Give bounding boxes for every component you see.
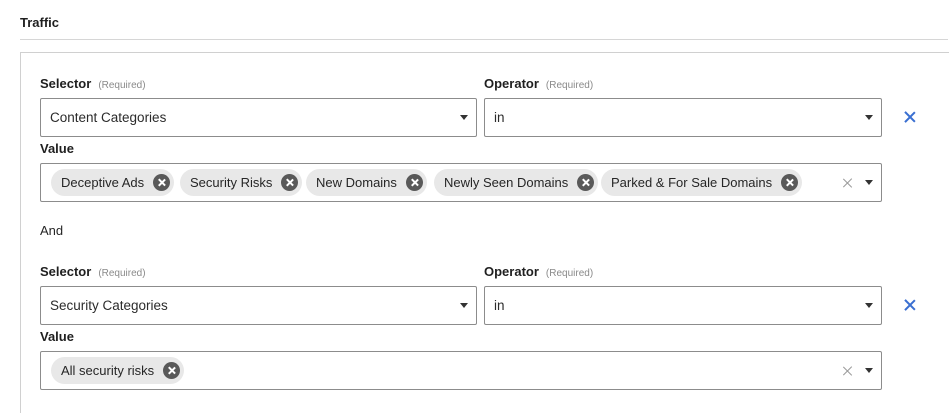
chip-remove-close-icon[interactable] bbox=[153, 174, 171, 191]
chip-label: All security risks bbox=[61, 363, 155, 378]
section-title: Traffic bbox=[20, 15, 60, 30]
chevron-down-icon bbox=[865, 303, 873, 308]
selector-label-text: Selector bbox=[40, 264, 92, 279]
operator-label-1: Operator (Required) bbox=[484, 76, 593, 91]
value-multiselect-1[interactable]: Deceptive Ads Security Risks New Domains… bbox=[40, 163, 882, 202]
chevron-down-icon[interactable] bbox=[865, 368, 873, 373]
operator-value: in bbox=[494, 298, 505, 313]
required-hint: (Required) bbox=[545, 80, 594, 91]
value-chip: Newly Seen Domains bbox=[434, 169, 599, 196]
value-chip: Deceptive Ads bbox=[51, 169, 175, 196]
selector-value: Security Categories bbox=[50, 298, 168, 313]
value-multiselect-2[interactable]: All security risks bbox=[40, 351, 882, 390]
clear-all-close-icon[interactable] bbox=[843, 366, 853, 376]
value-label-text: Value bbox=[40, 329, 74, 344]
value-chip: Parked & For Sale Domains bbox=[601, 169, 803, 196]
operator-dropdown-2[interactable]: in bbox=[484, 286, 882, 325]
chevron-down-icon bbox=[865, 115, 873, 120]
chip-remove-close-icon[interactable] bbox=[577, 174, 595, 191]
value-label-2: Value bbox=[40, 329, 74, 344]
selector-label-text: Selector bbox=[40, 76, 92, 91]
selector-dropdown-2[interactable]: Security Categories bbox=[40, 286, 477, 325]
selector-value: Content Categories bbox=[50, 110, 167, 125]
traffic-rules-panel: Selector (Required) Operator (Required) … bbox=[20, 52, 949, 413]
chip-label: Newly Seen Domains bbox=[444, 175, 569, 190]
clear-all-close-icon[interactable] bbox=[843, 178, 853, 188]
chip-remove-close-icon[interactable] bbox=[163, 362, 181, 379]
value-chip: Security Risks bbox=[180, 169, 303, 196]
chip-label: New Domains bbox=[316, 175, 397, 190]
section-divider bbox=[20, 39, 948, 40]
remove-rule-2-close-icon[interactable] bbox=[903, 298, 917, 312]
operator-dropdown-1[interactable]: in bbox=[484, 98, 882, 137]
value-chip: New Domains bbox=[306, 169, 427, 196]
chip-label: Security Risks bbox=[190, 175, 273, 190]
required-hint: (Required) bbox=[98, 268, 146, 279]
value-label-1: Value bbox=[40, 141, 74, 156]
operator-label-text: Operator bbox=[484, 264, 539, 279]
chip-label: Deceptive Ads bbox=[61, 175, 145, 190]
chip-remove-close-icon[interactable] bbox=[781, 174, 799, 191]
chip-label: Parked & For Sale Domains bbox=[611, 175, 773, 190]
operator-value: in bbox=[494, 110, 505, 125]
operator-label-2: Operator (Required) bbox=[484, 264, 593, 279]
required-hint: (Required) bbox=[545, 268, 594, 279]
chevron-down-icon bbox=[460, 303, 468, 308]
chevron-down-icon[interactable] bbox=[865, 180, 873, 185]
conjunction-label: And bbox=[40, 223, 64, 238]
selector-label-1: Selector (Required) bbox=[40, 76, 146, 91]
chip-remove-close-icon[interactable] bbox=[405, 174, 423, 191]
selector-label-2: Selector (Required) bbox=[40, 264, 146, 279]
value-label-text: Value bbox=[40, 141, 74, 156]
value-chip: All security risks bbox=[51, 357, 185, 384]
chevron-down-icon bbox=[460, 115, 468, 120]
operator-label-text: Operator bbox=[484, 76, 539, 91]
chip-remove-close-icon[interactable] bbox=[281, 174, 299, 191]
selector-dropdown-1[interactable]: Content Categories bbox=[40, 98, 477, 137]
remove-rule-1-close-icon[interactable] bbox=[903, 110, 917, 124]
required-hint: (Required) bbox=[98, 80, 146, 91]
